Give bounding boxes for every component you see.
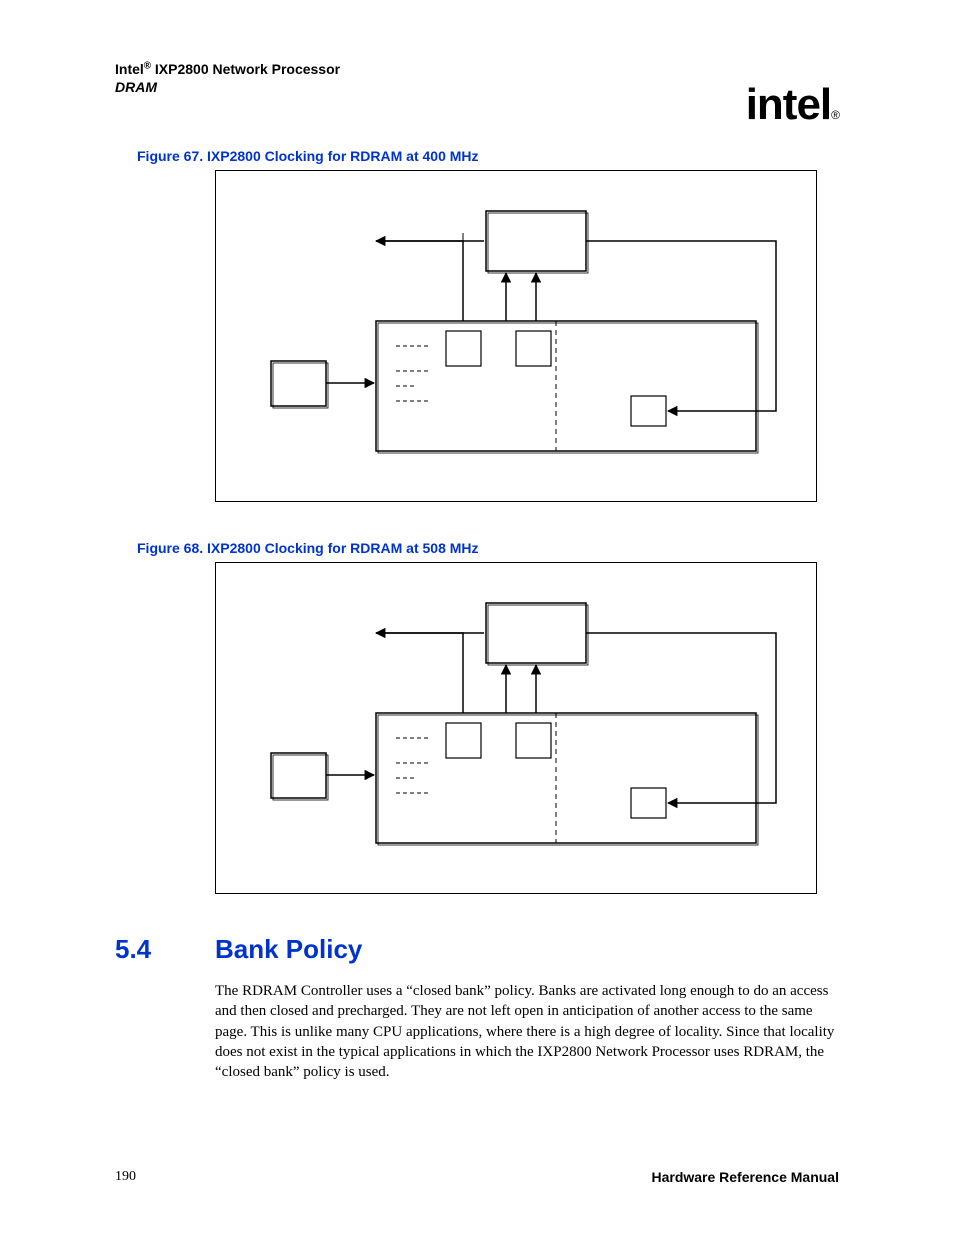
clocking-diagram-icon bbox=[216, 563, 816, 893]
clocking-diagram-icon bbox=[216, 171, 816, 501]
logo-text: intel bbox=[746, 80, 831, 129]
section-title: Bank Policy bbox=[215, 934, 362, 965]
doc-title-block: Intel® IXP2800 Network Processor DRAM bbox=[115, 60, 340, 96]
figure-68-caption: Figure 68. IXP2800 Clocking for RDRAM at… bbox=[137, 540, 839, 556]
page-number: 190 bbox=[115, 1169, 136, 1185]
registered-mark: ® bbox=[144, 60, 151, 71]
doc-subtitle: DRAM bbox=[115, 79, 157, 95]
page-footer: 190 Hardware Reference Manual bbox=[115, 1169, 839, 1185]
manual-title: Hardware Reference Manual bbox=[651, 1169, 839, 1185]
figure-67-diagram bbox=[215, 170, 817, 502]
product-suffix: IXP2800 Network Processor bbox=[151, 61, 340, 77]
logo-registered: ® bbox=[831, 108, 839, 122]
section-body: The RDRAM Controller uses a “closed bank… bbox=[215, 981, 835, 1082]
intel-logo: intel® bbox=[746, 80, 839, 130]
figure-68-diagram bbox=[215, 562, 817, 894]
page-header: Intel® IXP2800 Network Processor DRAM in… bbox=[115, 60, 839, 110]
section-number: 5.4 bbox=[115, 934, 215, 965]
figure-67-caption: Figure 67. IXP2800 Clocking for RDRAM at… bbox=[137, 148, 839, 164]
section-heading: 5.4 Bank Policy bbox=[115, 934, 839, 965]
product-prefix: Intel bbox=[115, 61, 144, 77]
product-name: Intel® IXP2800 Network Processor bbox=[115, 61, 340, 77]
